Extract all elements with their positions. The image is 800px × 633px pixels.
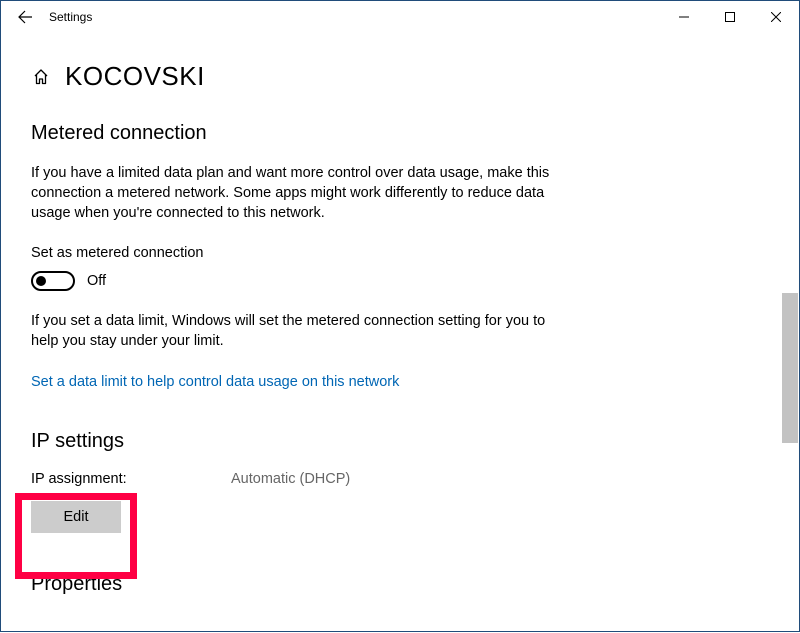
metered-limit-text: If you set a data limit, Windows will se… bbox=[31, 311, 551, 351]
close-button[interactable] bbox=[753, 1, 799, 33]
ip-settings-heading: IP settings bbox=[31, 430, 769, 453]
scrollbar[interactable] bbox=[782, 119, 798, 633]
edit-button[interactable]: Edit bbox=[31, 501, 121, 533]
toggle-knob bbox=[36, 276, 46, 286]
metered-toggle[interactable] bbox=[31, 271, 75, 291]
back-button[interactable] bbox=[9, 1, 41, 33]
page-title: KOCOVSKI bbox=[65, 61, 205, 92]
ip-assignment-value: Automatic (DHCP) bbox=[231, 471, 350, 487]
metered-toggle-row: Off bbox=[31, 271, 769, 291]
metered-toggle-state: Off bbox=[87, 273, 106, 289]
page-header: KOCOVSKI bbox=[31, 61, 769, 92]
properties-heading: Properties bbox=[31, 573, 769, 596]
metered-heading: Metered connection bbox=[31, 122, 769, 145]
home-icon[interactable] bbox=[31, 67, 51, 87]
maximize-button[interactable] bbox=[707, 1, 753, 33]
metered-toggle-caption: Set as metered connection bbox=[31, 245, 769, 261]
ip-assignment-label: IP assignment: bbox=[31, 471, 231, 487]
content-area: KOCOVSKI Metered connection If you have … bbox=[1, 33, 799, 633]
window-controls bbox=[661, 1, 799, 33]
minimize-button[interactable] bbox=[661, 1, 707, 33]
window-title: Settings bbox=[49, 10, 92, 24]
scrollbar-thumb[interactable] bbox=[782, 293, 798, 443]
titlebar: Settings bbox=[1, 1, 799, 33]
ip-assignment-row: IP assignment: Automatic (DHCP) bbox=[31, 471, 769, 487]
metered-description: If you have a limited data plan and want… bbox=[31, 163, 551, 223]
data-limit-link[interactable]: Set a data limit to help control data us… bbox=[31, 374, 399, 390]
